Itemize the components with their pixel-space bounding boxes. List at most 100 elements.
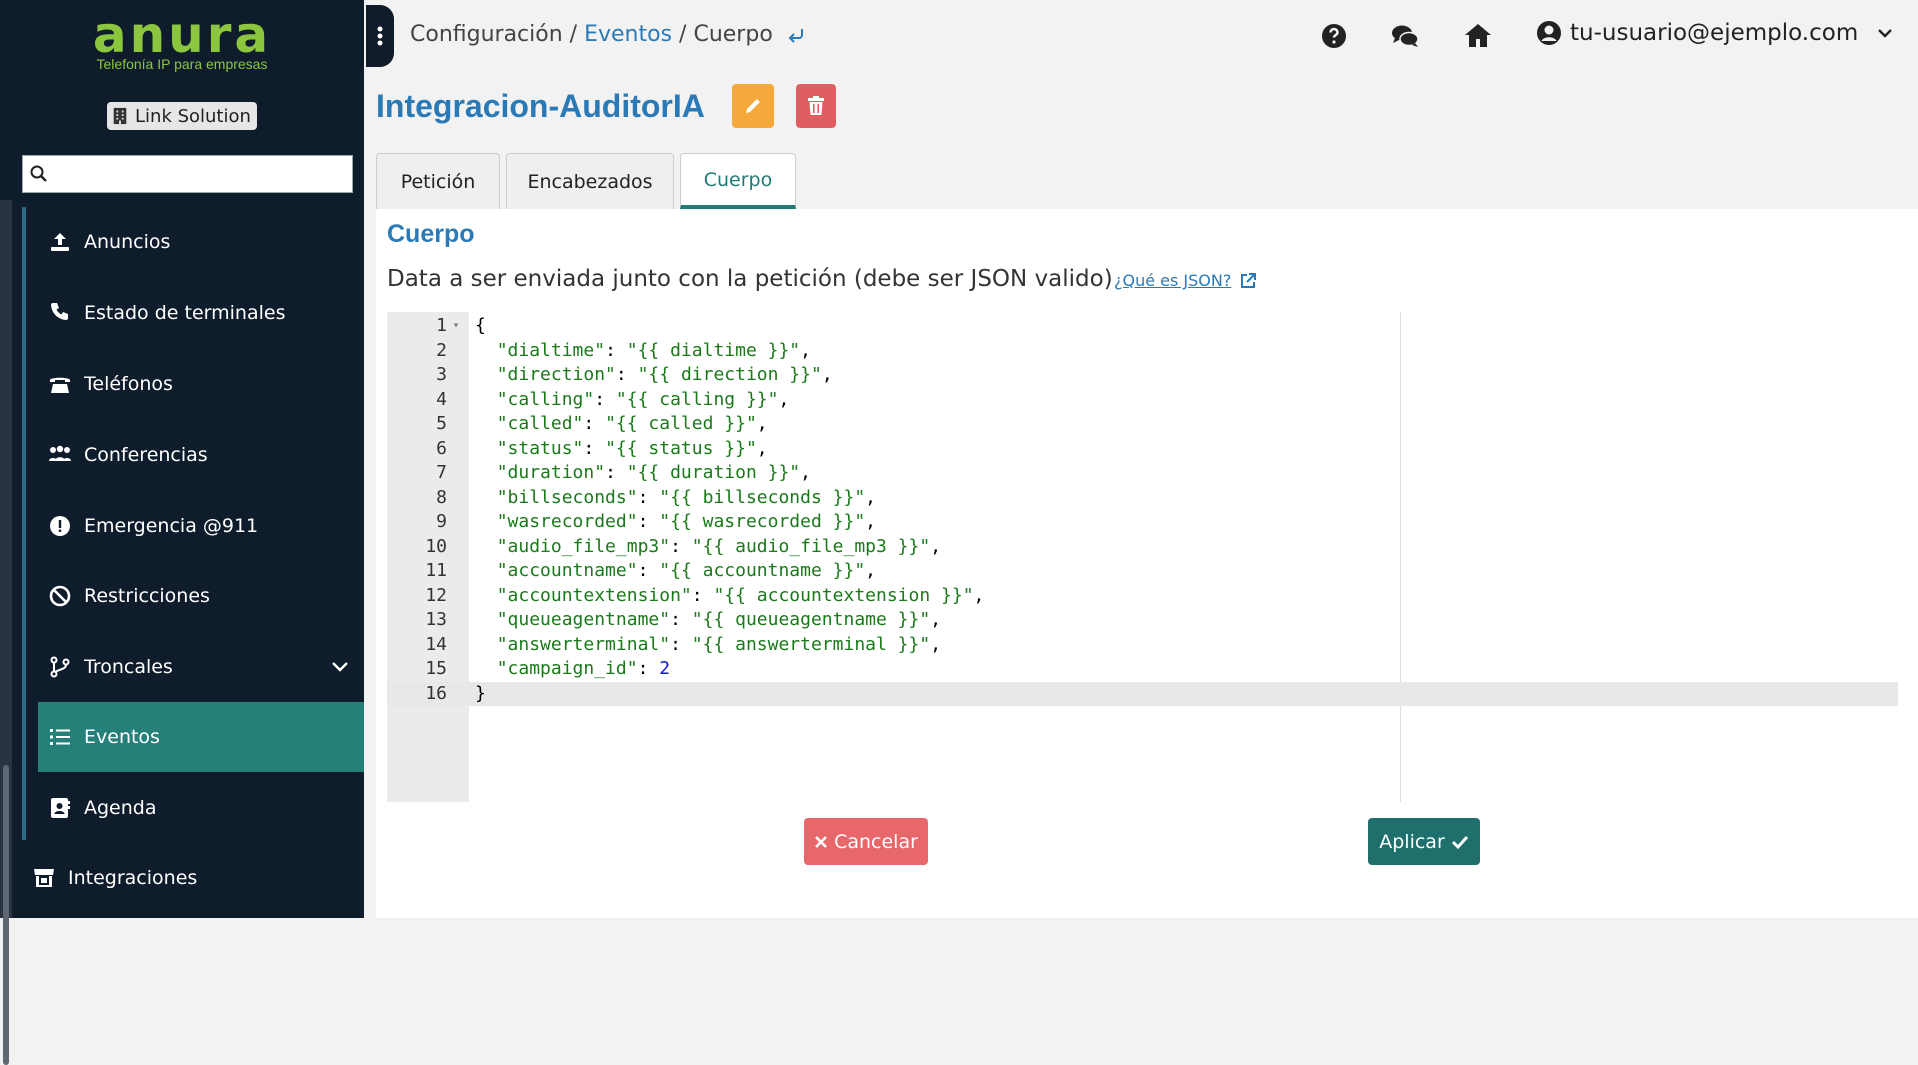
code-line[interactable]: 12 "accountextension": "{{ accountextens…: [387, 584, 1898, 609]
breadcrumb-eventos-link[interactable]: Eventos: [584, 22, 672, 47]
code-token-val: 2: [659, 658, 671, 679]
code-token-mid: :: [637, 560, 660, 581]
code-token-key: "queueagentname": [496, 609, 671, 630]
branch-icon: [50, 656, 70, 678]
sidebar: anura Telefonía IP para empresas Link So…: [0, 0, 364, 1065]
code-line[interactable]: 13 "queueagentname": "{{ queueagentname …: [387, 608, 1898, 633]
line-number: 8: [436, 486, 447, 508]
home-icon[interactable]: [1462, 20, 1494, 52]
code-line[interactable]: 11 "accountname": "{{ accountname }}",: [387, 559, 1898, 584]
code-token-key: "accountname": [496, 560, 638, 581]
code-token-post: ,: [930, 535, 942, 557]
code-token-mid: :: [605, 462, 627, 483]
code-text: "campaign_id": 2: [475, 657, 670, 682]
code-line[interactable]: 9 "wasrecorded": "{{ wasrecorded }}",: [387, 510, 1898, 535]
code-token-pre: [475, 609, 497, 630]
code-line[interactable]: 2 "dialtime": "{{ dialtime }}",: [387, 339, 1898, 364]
code-token-post: ,: [865, 486, 877, 508]
code-line[interactable]: 15 "campaign_id": 2: [387, 657, 1898, 682]
code-line[interactable]: 14 "answerterminal": "{{ answerterminal …: [387, 633, 1898, 658]
code-token-pre: [475, 340, 497, 361]
sidebar-item-estado-terminales[interactable]: Estado de terminales: [38, 278, 364, 348]
company-name: Link Solution: [135, 105, 251, 127]
apply-button[interactable]: Aplicar: [1368, 818, 1480, 865]
tab-encabezados[interactable]: Encabezados: [506, 153, 674, 209]
code-token-val: "{{ wasrecorded }}": [659, 511, 866, 532]
code-line[interactable]: 1 ▾ {: [387, 314, 1898, 339]
sidebar-item-anuncios[interactable]: Anuncios: [38, 207, 364, 277]
code-token-pre: [475, 634, 497, 655]
code-token-pre: [475, 413, 497, 434]
code-token-val: "{{ duration }}": [626, 462, 801, 483]
code-line[interactable]: 6 "status": "{{ status }}",: [387, 437, 1898, 462]
sidebar-item-agenda[interactable]: Agenda: [38, 773, 364, 843]
delete-button[interactable]: [796, 84, 836, 128]
code-line[interactable]: 5 "called": "{{ called }}",: [387, 412, 1898, 437]
code-token-post: ,: [778, 388, 790, 410]
sidebar-item-emergencia[interactable]: Emergencia @911: [38, 491, 364, 561]
edit-button[interactable]: [732, 84, 774, 128]
sidebar-item-telefonos[interactable]: Teléfonos: [38, 349, 364, 419]
breadcrumb-configuracion: Configuración: [410, 22, 563, 47]
sidebar-item-troncales[interactable]: Troncales: [38, 632, 364, 702]
code-text: "accountname": "{{ accountname }}",: [475, 559, 876, 584]
logo-tagline: Telefonía IP para empresas: [96, 56, 268, 72]
sidebar-search[interactable]: [22, 155, 353, 193]
line-number: 9: [436, 511, 447, 532]
code-text: "billseconds": "{{ billseconds }}",: [475, 486, 876, 511]
sidebar-item-label: Emergencia @911: [84, 515, 259, 537]
code-line[interactable]: 8 "billseconds": "{{ billseconds }}",: [387, 486, 1898, 511]
trash-icon: [808, 96, 824, 115]
code-line[interactable]: 4 "calling": "{{ calling }}",: [387, 388, 1898, 413]
sidebar-item-integraciones[interactable]: Integraciones: [22, 843, 364, 913]
code-token-val: "{{ audio_file_mp3 }}": [691, 535, 931, 557]
code-token-val: "{{ answerterminal }}": [691, 633, 931, 655]
line-number: 4: [436, 388, 447, 410]
help-icon[interactable]: [1318, 20, 1350, 52]
tab-peticion[interactable]: Petición: [376, 153, 500, 209]
json-code-editor[interactable]: 1 ▾{2 "dialtime": "{{ dialtime }}", 3 "dir…: [387, 312, 1898, 802]
search-icon: [30, 165, 47, 182]
sidebar-item-label: Conferencias: [84, 444, 208, 466]
code-token-mid: :: [583, 413, 606, 434]
sidebar-item-label: Restricciones: [84, 585, 210, 607]
code-token-post: ,: [865, 560, 877, 581]
user-menu[interactable]: tu-usuario@ejemplo.com: [1536, 20, 1896, 46]
breadcrumb-separator: /: [569, 22, 578, 47]
code-token-key: "duration": [496, 462, 606, 483]
sidebar-scrollbar-thumb[interactable]: [3, 765, 9, 1065]
chat-icon[interactable]: [1389, 20, 1421, 52]
code-line[interactable]: 3 "direction": "{{ direction }}",: [387, 363, 1898, 388]
return-icon[interactable]: [786, 25, 806, 45]
company-badge[interactable]: Link Solution: [107, 102, 257, 130]
cancel-button[interactable]: Cancelar: [804, 818, 928, 865]
sidebar-search-input[interactable]: [49, 158, 352, 190]
line-number: 15: [425, 658, 447, 679]
line-number: 3: [436, 364, 447, 385]
sidebar-scrollbar[interactable]: [0, 200, 12, 1065]
code-token-pre: [475, 389, 497, 410]
sidebar-item-eventos[interactable]: Eventos: [38, 702, 364, 772]
code-token-mid: :: [670, 633, 692, 655]
code-text: "status": "{{ status }}",: [475, 437, 768, 462]
sidebar-item-restricciones[interactable]: Restricciones: [38, 561, 364, 631]
code-text: }: [475, 682, 486, 707]
code-token-pre: [475, 511, 497, 532]
sidebar-item-conferencias[interactable]: Conferencias: [38, 420, 364, 490]
sidebar-item-label: Integraciones: [68, 867, 198, 889]
json-help-link[interactable]: ¿Qué es JSON?: [1114, 271, 1257, 290]
code-line[interactable]: 16}: [387, 681, 1898, 707]
chevron-down-icon: [1878, 29, 1893, 38]
sidebar-toggle-button[interactable]: [366, 5, 394, 67]
line-number: 13: [425, 609, 447, 630]
fold-arrow-icon[interactable]: ▾: [453, 314, 459, 339]
user-avatar-icon: [1537, 21, 1561, 45]
sidebar-item-label: Eventos: [84, 726, 160, 748]
code-token-val: "{{ direction }}": [637, 364, 822, 385]
code-text: "wasrecorded": "{{ wasrecorded }}",: [475, 510, 876, 535]
code-line[interactable]: 10 "audio_file_mp3": "{{ audio_file_mp3 …: [387, 535, 1898, 560]
tab-cuerpo[interactable]: Cuerpo: [680, 153, 796, 209]
code-token-post: ,: [930, 633, 942, 655]
code-token-mid: :: [637, 486, 660, 508]
code-line[interactable]: 7 "duration": "{{ duration }}",: [387, 461, 1898, 486]
